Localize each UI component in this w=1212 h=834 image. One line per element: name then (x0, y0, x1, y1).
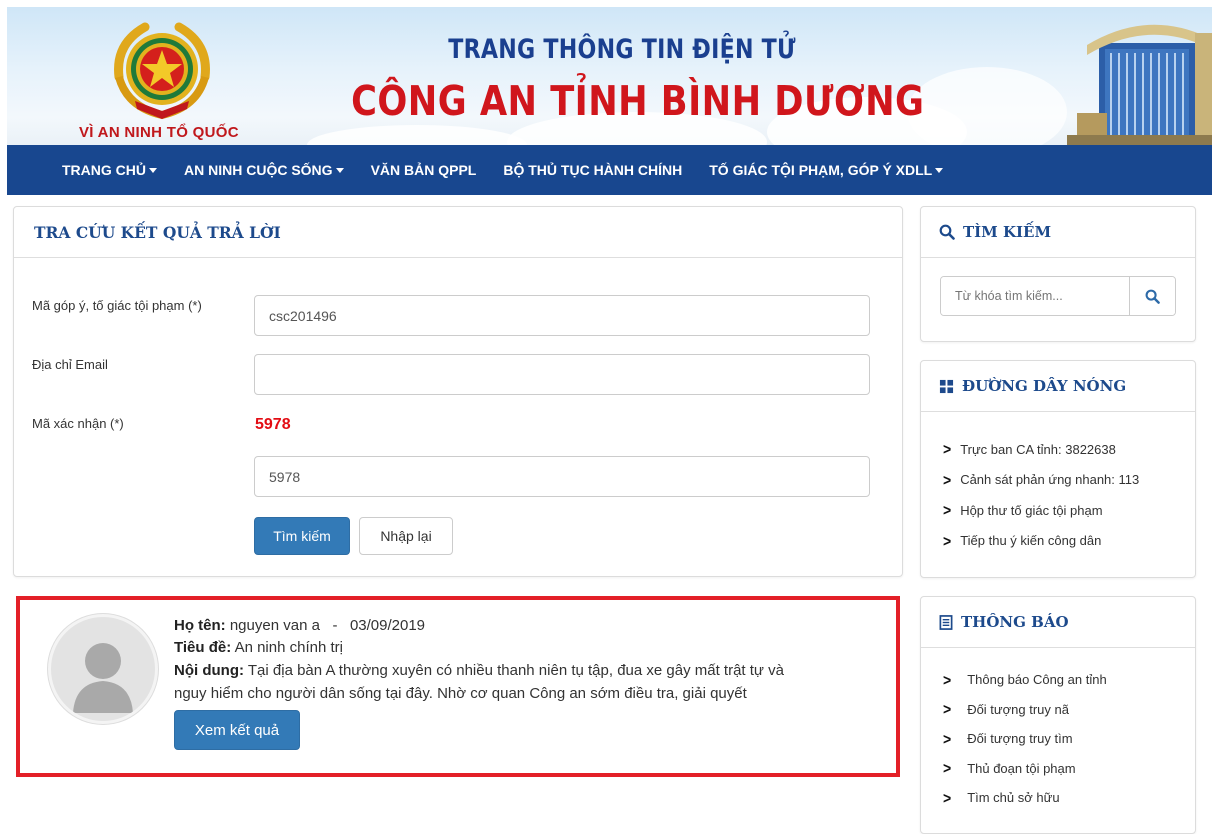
code-label: Mã góp ý, tố giác tội phạm (*) (32, 298, 202, 313)
notice-heading: THÔNG BÁO (921, 597, 1195, 648)
hotline-heading: ĐƯỜNG DÂY NÓNG (921, 361, 1195, 412)
notice-item[interactable]: > Đối tượng truy nã (943, 695, 1107, 725)
notice-item-label: Thủ đoạn tội phạm (967, 760, 1076, 776)
caret-down-icon (335, 167, 344, 173)
content-label: Nội dung: (174, 662, 244, 679)
hotline-item-label: Tiếp thu ý kiến công dân (960, 533, 1102, 549)
chevron-right-icon: > (943, 759, 952, 778)
police-emblem-logo[interactable] (97, 19, 227, 125)
result-content-line2: nguy hiểm cho người dân sống tại đây. Nh… (174, 685, 747, 702)
hotline-item[interactable]: > Hộp thư tố giác tội phạm (943, 495, 1139, 526)
caret-down-icon (935, 167, 944, 173)
notice-item[interactable]: > Tìm chủ sở hữu (943, 783, 1107, 813)
result-date: 03/09/2019 (349, 617, 426, 634)
site-title-main: CÔNG AN TỈNH BÌNH DƯƠNG (351, 77, 925, 125)
hotline-item-label: Trực ban CA tỉnh: 3822638 (960, 441, 1116, 457)
cloud-decoration (907, 67, 1067, 145)
chevron-right-icon: > (943, 531, 952, 550)
nav-item-life-security[interactable]: AN NINH CUỘC SỐNG (184, 162, 344, 178)
subject-value: An ninh chính trị (234, 639, 343, 656)
banner-motto: VÌ AN NINH TỔ QUỐC (79, 124, 239, 141)
site-title-top: TRANG THÔNG TIN ĐIỆN TỬ (448, 34, 796, 65)
separator: - (332, 617, 338, 634)
nav-item-label: TRANG CHỦ (62, 162, 146, 178)
lookup-form-panel: TRA CỨU KẾT QUẢ TRẢ LỜI Mã góp ý, tố giá… (13, 206, 903, 577)
captcha-input[interactable] (254, 456, 870, 497)
notice-heading-label: THÔNG BÁO (961, 613, 1069, 631)
sidebar-search-panel: TÌM KIẾM (920, 206, 1196, 342)
hotline-item-label: Cảnh sát phản ứng nhanh: 113 (960, 472, 1140, 488)
sidebar-hotline-panel: ĐƯỜNG DÂY NÓNG > Trực ban CA tỉnh: 382263… (920, 360, 1196, 578)
notice-item[interactable]: > Thông báo Công an tỉnh (943, 665, 1107, 695)
hotline-item[interactable]: > Tiếp thu ý kiến công dân (943, 526, 1139, 557)
chevron-right-icon: > (943, 501, 952, 520)
notice-item[interactable]: > Thủ đoạn tội phạm (943, 754, 1107, 784)
nav-item-crime-report[interactable]: TỐ GIÁC TỘI PHẠM, GÓP Ý XDLL (709, 162, 944, 178)
hotline-item-label: Hộp thư tố giác tội phạm (960, 502, 1103, 518)
nav-item-label: BỘ THỦ TỤC HÀNH CHÍNH (503, 162, 683, 178)
search-button[interactable]: Tìm kiếm (254, 517, 350, 555)
user-avatar (48, 614, 158, 724)
subject-label: Tiêu đề: (174, 639, 232, 656)
person-silhouette-icon (73, 643, 133, 713)
nav-item-home[interactable]: TRANG CHỦ (62, 162, 157, 178)
chevron-right-icon: > (943, 788, 952, 807)
nav-item-legal-documents[interactable]: VĂN BẢN QPPL (371, 162, 477, 178)
hotline-list: > Trực ban CA tỉnh: 3822638 > Cảnh sát phả… (943, 434, 1139, 556)
notice-item[interactable]: > Đối tượng truy tìm (943, 724, 1107, 754)
email-label: Địa chỉ Email (32, 357, 108, 372)
nav-item-label: TỐ GIÁC TỘI PHẠM, GÓP Ý XDLL (709, 162, 933, 178)
email-input[interactable] (254, 354, 870, 395)
name-label: Họ tên: (174, 617, 226, 634)
keyword-search-input[interactable] (941, 277, 1129, 315)
site-banner: VÌ AN NINH TỔ QUỐC TRANG THÔNG TIN ĐIỆN … (7, 7, 1212, 145)
caret-down-icon (149, 167, 157, 173)
cloud-decoration (307, 125, 527, 145)
notice-list: > Thông báo Công an tỉnh > Đối tượng truy … (943, 665, 1107, 813)
notice-item-label: Đối tượng truy nã (967, 701, 1069, 717)
view-result-button[interactable]: Xem kết quả (174, 710, 300, 750)
chevron-right-icon: > (943, 729, 952, 748)
search-heading: TÌM KIẾM (921, 207, 1195, 258)
captcha-label: Mã xác nhận (*) (32, 416, 124, 431)
nav-item-label: VĂN BẢN QPPL (370, 162, 477, 178)
result-card: Họ tên: nguyen van a - 03/09/2019 Tiêu đ… (16, 596, 900, 777)
chevron-right-icon: > (943, 670, 952, 689)
list-icon (939, 614, 953, 630)
search-heading-label: TÌM KIẾM (963, 223, 1052, 241)
main-navbar: TRANG CHỦ AN NINH CUỘC SỐNG VĂN BẢN QPPL… (7, 145, 1212, 195)
result-name-line: Họ tên: nguyen van a - 03/09/2019 (174, 617, 425, 634)
chevron-right-icon: > (943, 440, 952, 459)
sidebar-search-box (940, 276, 1176, 316)
result-content-line: Nội dung: Tại địa bàn A thường xuyên có … (174, 662, 784, 679)
content-text-line1: Tại địa bàn A thường xuyên có nhiều than… (247, 662, 784, 679)
lookup-heading: TRA CỨU KẾT QUẢ TRẢ LỜI (14, 207, 902, 258)
notice-item-label: Tìm chủ sở hữu (967, 790, 1060, 806)
headquarters-building-image (1067, 24, 1212, 145)
chevron-right-icon: > (943, 700, 952, 719)
hotline-heading-label: ĐƯỜNG DÂY NÓNG (962, 377, 1127, 395)
grid-icon (939, 379, 954, 393)
hotline-item[interactable]: > Trực ban CA tỉnh: 3822638 (943, 434, 1139, 465)
nav-item-label: AN NINH CUỘC SỐNG (184, 162, 333, 178)
search-icon (1145, 289, 1160, 304)
search-icon (939, 224, 955, 240)
nav-item-admin-procedures[interactable]: BỘ THỦ TỤC HÀNH CHÍNH (503, 162, 682, 178)
notice-item-label: Đối tượng truy tìm (967, 731, 1073, 747)
sidebar-search-button[interactable] (1129, 277, 1175, 315)
code-input[interactable] (254, 295, 870, 336)
chevron-right-icon: > (943, 470, 952, 489)
notice-item-label: Thông báo Công an tỉnh (967, 672, 1107, 688)
reset-button[interactable]: Nhập lại (359, 517, 453, 555)
captcha-code: 5978 (255, 416, 291, 433)
name-value: nguyen van a (229, 617, 320, 634)
hotline-item[interactable]: > Cảnh sát phản ứng nhanh: 113 (943, 465, 1139, 496)
result-subject-line: Tiêu đề: An ninh chính trị (174, 639, 343, 656)
sidebar-notice-panel: THÔNG BÁO > Thông báo Công an tỉnh > Đối t… (920, 596, 1196, 834)
